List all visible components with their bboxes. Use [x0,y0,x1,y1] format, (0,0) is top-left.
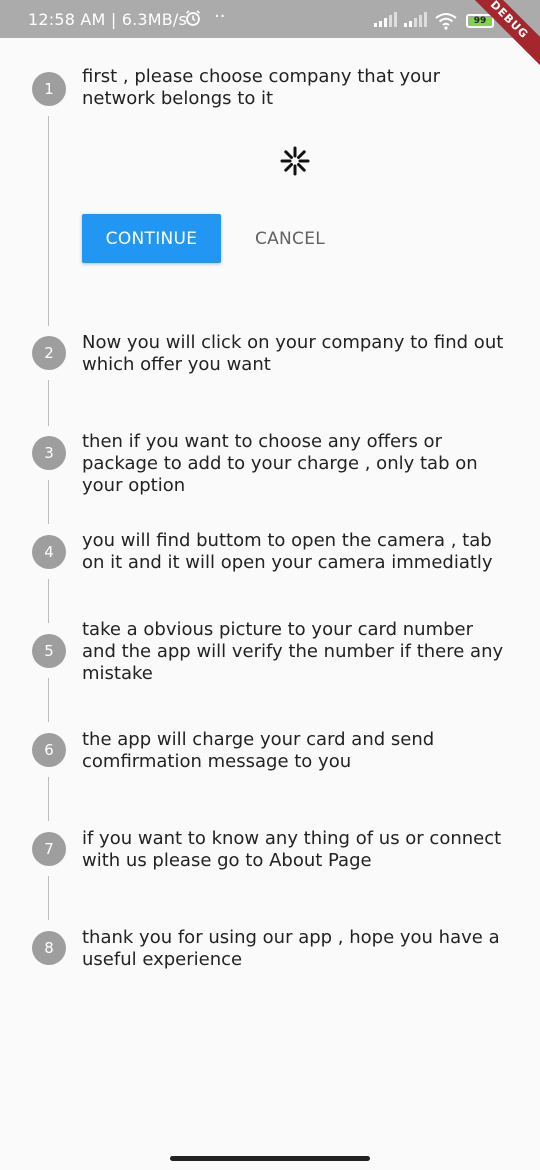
step-number-circle: 5 [32,634,66,668]
step-number-circle: 1 [32,72,66,106]
loading-spinner-icon [280,146,310,176]
step-number-circle: 3 [32,436,66,470]
step-connector [48,579,49,623]
step-title: Now you will click on your company to fi… [82,332,504,375]
step-title: take a obvious picture to your card numb… [82,619,504,684]
step-number-circle: 2 [32,336,66,370]
step-connector [48,777,49,821]
step-title: if you want to know any thing of us or c… [82,828,502,871]
step-connector [48,678,49,722]
step-connector [48,480,49,524]
status-time: 12:58 AM | 6.3MB/s [28,10,188,29]
signal-icon [374,12,397,27]
debug-banner: DEBUG [455,0,540,74]
step-connector [48,116,49,326]
signal-icon [404,12,427,27]
step-number-circle: 8 [32,931,66,965]
cancel-button[interactable]: CANCEL [236,214,344,263]
battery-icon: 99 [466,14,494,28]
step-number-circle: 6 [32,733,66,767]
notification-dots: ·· [214,6,226,27]
continue-button[interactable]: CONTINUE [82,214,221,263]
step-title: first , please choose company that your … [82,66,440,109]
battery-level: 99 [469,17,491,26]
step-title: the app will charge your card and send c… [82,729,435,772]
wifi-icon [435,13,457,30]
step-title: then if you want to choose any offers or… [82,431,478,496]
step-number-circle: 4 [32,535,66,569]
step-number-circle: 7 [32,832,66,866]
alarm-icon [184,9,202,31]
step-connector [48,876,49,920]
status-bar: 12:58 AM | 6.3MB/s ·· 99 DEBUG [0,0,540,74]
step-connector [48,380,49,426]
step-title: you will find buttom to open the camera … [82,530,493,573]
step-title: thank you for using our app , hope you h… [82,927,500,970]
home-indicator[interactable] [170,1156,370,1161]
